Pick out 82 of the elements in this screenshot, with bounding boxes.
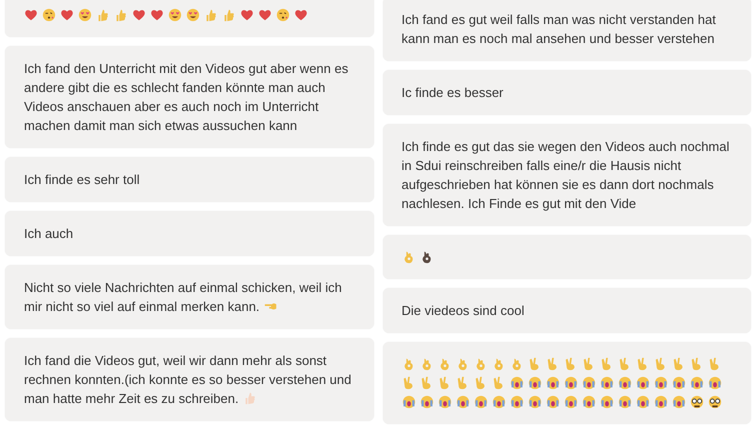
crying-face-icon: [654, 376, 668, 390]
victory-hand-icon: [618, 357, 632, 371]
crying-face-icon: [654, 395, 668, 409]
crying-face-icon: [618, 395, 632, 409]
crying-face-icon: [600, 395, 614, 409]
crying-face-icon: [510, 395, 524, 409]
crying-face-icon: [618, 376, 632, 390]
message-text: Ich auch: [24, 225, 74, 243]
crying-face-icon: [438, 395, 452, 409]
victory-hand-icon: [654, 357, 668, 371]
crying-face-icon: [582, 395, 596, 409]
ok-hand-icon: [474, 357, 488, 371]
victory-hand-icon: [636, 357, 650, 371]
crying-face-icon: [600, 376, 614, 390]
glasses-face-icon: [708, 395, 722, 409]
crying-face-icon: [510, 376, 524, 390]
victory-hand-icon: [600, 357, 614, 371]
heart-icon: [24, 8, 38, 22]
crying-face-icon: [420, 395, 434, 409]
heart-icon: [240, 8, 254, 22]
heart-icon: [150, 8, 164, 22]
victory-hand-icon: [546, 357, 560, 371]
victory-hand-icon: [582, 357, 596, 371]
heart-eyes-face-icon: [78, 8, 92, 22]
crying-face-icon: [582, 376, 596, 390]
ok-hand-icon: [438, 357, 452, 371]
thumbs-up-icon: [242, 391, 257, 405]
crying-face-icon: [474, 395, 488, 409]
victory-hand-icon: [456, 376, 470, 390]
heart-icon: [258, 8, 272, 22]
victory-hand-icon: [402, 376, 416, 390]
victory-hand-icon: [708, 357, 722, 371]
victory-hand-icon: [672, 357, 686, 371]
crying-face-icon: [402, 395, 416, 409]
message-text: Die viedeos sind cool: [402, 302, 526, 320]
crying-face-icon: [636, 395, 650, 409]
victory-hand-icon: [690, 357, 704, 371]
crying-face-icon: [690, 376, 704, 390]
crying-face-icon: [492, 395, 506, 409]
ok-hand-icon: [456, 357, 470, 371]
victory-hand-icon: [474, 376, 488, 390]
crying-face-icon: [564, 395, 578, 409]
crying-face-icon: [528, 376, 542, 390]
thumbs-up-icon: [204, 8, 218, 22]
thumbs-up-icon: [96, 8, 110, 22]
heart-eyes-face-icon: [186, 8, 200, 22]
ok-hand-icon: [420, 357, 434, 371]
victory-hand-icon: [564, 357, 578, 371]
message-text: Ich finde es sehr toll: [24, 171, 141, 189]
thumbs-up-icon: [114, 8, 128, 22]
heart-icon: [60, 8, 74, 22]
victory-hand-icon: [420, 376, 434, 390]
crying-face-icon: [672, 395, 686, 409]
crying-face-icon: [636, 376, 650, 390]
crying-face-icon: [708, 376, 722, 390]
heart-eyes-face-icon: [168, 8, 182, 22]
message-text: Ic finde es besser: [402, 84, 504, 102]
crying-face-icon: [456, 395, 470, 409]
message-text: Ich fand die Videos gut, weil wir dann mehr als sonst rechnen konnten.(ich konnte es so besser verstehen und man hatte mehr Zeit es zu schreiben.: [24, 352, 352, 408]
crying-face-icon: [528, 395, 542, 409]
message-text: Ich fand es gut weil falls man was nicht verstanden hat kann man es noch mal ansehen und besser verstehen: [402, 11, 717, 48]
ok-hand-icon: [402, 357, 416, 371]
ok-hand-icon: [510, 357, 524, 371]
message-text: Ich finde es gut das sie wegen den Videos auch nochmal in Sdui reinschreiben falls eine/r die Hausis nicht aufgeschrieben hat können sie es dann dort nochmals nachlesen. Ich Finde es gut mit den Vide: [402, 138, 730, 213]
victory-hand-icon: [492, 376, 506, 390]
crying-face-icon: [672, 376, 686, 390]
ok-hand-icon: [420, 250, 434, 264]
victory-hand-icon: [438, 376, 452, 390]
crying-face-icon: [546, 395, 560, 409]
thumbs-up-icon: [222, 8, 236, 22]
victory-hand-icon: [528, 357, 542, 371]
heart-icon: [294, 8, 308, 22]
ok-hand-icon: [492, 357, 506, 371]
crying-face-icon: [546, 376, 560, 390]
heart-icon: [132, 8, 146, 22]
glasses-face-icon: [690, 395, 704, 409]
crying-face-icon: [564, 376, 578, 390]
kissing-face-icon: [276, 8, 290, 22]
kissing-face-icon: [42, 8, 56, 22]
ok-hand-icon: [402, 250, 416, 264]
message-text: Nicht so viele Nachrichten auf einmal schicken, weil ich mir nicht so viel auf einmal merken kann.: [24, 279, 343, 316]
message-text: Ich fand den Unterricht mit den Videos gut aber wenn es andere gibt die es schlecht fanden könnte man auch Videos anschauen aber es auch noch im Unterricht machen damit man sich etwas aussuchen kann: [24, 60, 350, 135]
